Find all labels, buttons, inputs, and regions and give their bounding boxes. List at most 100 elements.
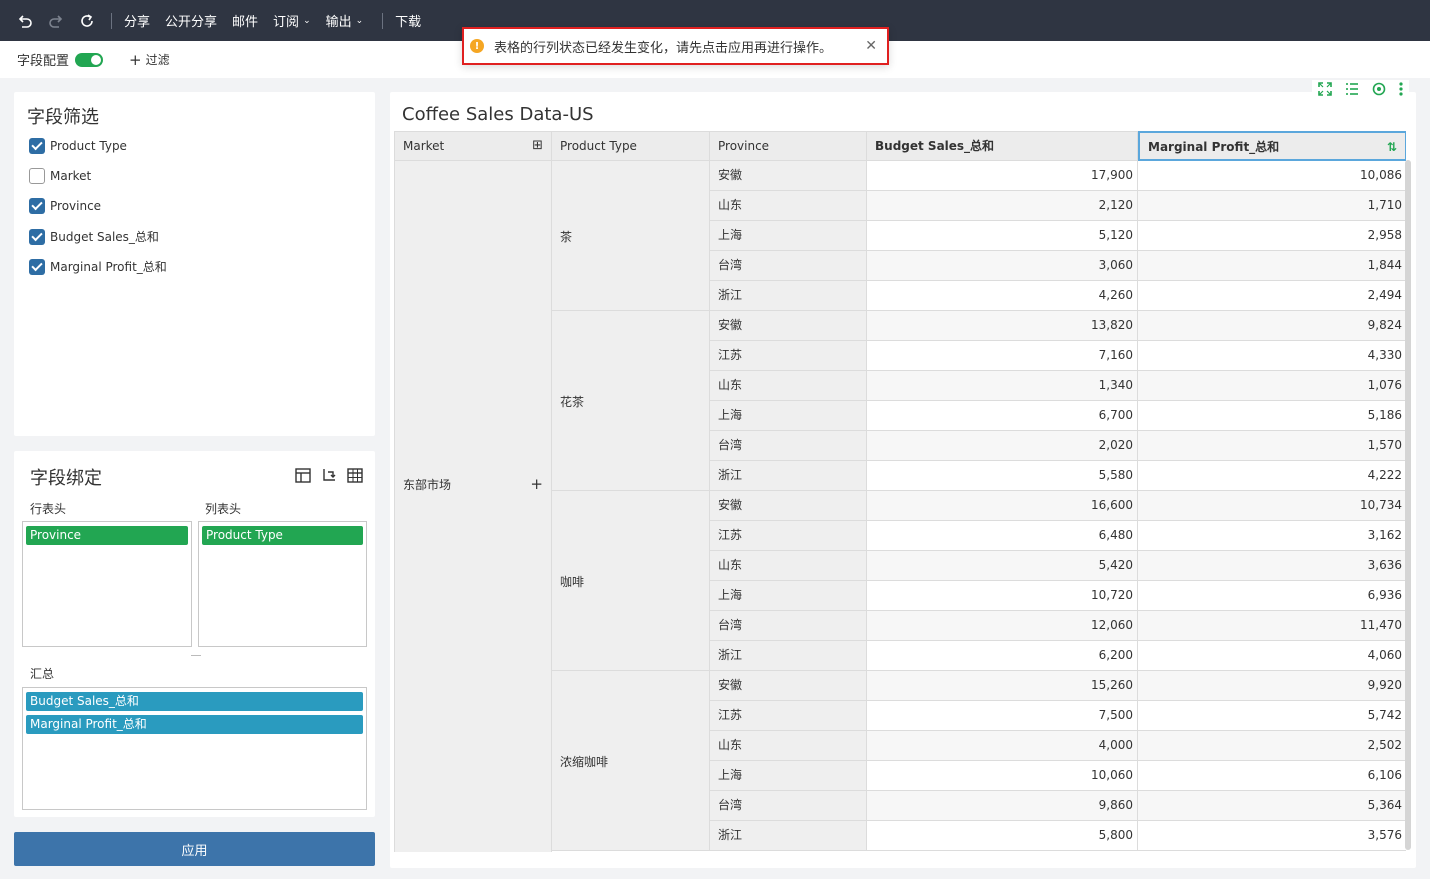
checkbox-checked[interactable]: [29, 258, 45, 275]
province-cell[interactable]: 上海: [710, 761, 867, 791]
budget-sales-cell[interactable]: 16,600: [867, 491, 1138, 521]
filter-item-market[interactable]: Market: [29, 168, 91, 184]
marginal-profit-cell[interactable]: 10,086: [1138, 161, 1406, 191]
province-cell[interactable]: 台湾: [710, 251, 867, 281]
summary-field-pill[interactable]: Marginal Profit_总和: [26, 715, 363, 734]
budget-sales-cell[interactable]: 2,120: [867, 191, 1138, 221]
expand-icon[interactable]: ⊞: [532, 132, 543, 160]
product-type-cell[interactable]: 浓缩咖啡: [552, 671, 710, 851]
more-icon[interactable]: [1399, 81, 1403, 99]
apply-button[interactable]: 应用: [14, 832, 375, 866]
add-filter-button[interactable]: + 过滤: [129, 51, 170, 68]
province-cell[interactable]: 江苏: [710, 701, 867, 731]
province-cell[interactable]: 山东: [710, 551, 867, 581]
marginal-profit-cell[interactable]: 9,920: [1138, 671, 1406, 701]
budget-sales-cell[interactable]: 3,060: [867, 251, 1138, 281]
budget-sales-cell[interactable]: 5,420: [867, 551, 1138, 581]
province-cell[interactable]: 山东: [710, 371, 867, 401]
marginal-profit-cell[interactable]: 1,710: [1138, 191, 1406, 221]
province-cell[interactable]: 安徽: [710, 311, 867, 341]
budget-sales-cell[interactable]: 7,160: [867, 341, 1138, 371]
download-button[interactable]: 下载: [395, 11, 421, 30]
share-button[interactable]: 分享: [124, 11, 150, 30]
export-menu[interactable]: 输出 ⌄: [326, 11, 364, 30]
marginal-profit-cell[interactable]: 3,162: [1138, 521, 1406, 551]
pivot-table[interactable]: Market ⊞ Product Type Province Budget Sa…: [394, 131, 1406, 852]
marginal-profit-cell[interactable]: 3,576: [1138, 821, 1406, 851]
budget-sales-cell[interactable]: 6,200: [867, 641, 1138, 671]
filter-item-province[interactable]: Province: [29, 198, 101, 214]
budget-sales-cell[interactable]: 12,060: [867, 611, 1138, 641]
subscribe-menu[interactable]: 订阅 ⌄: [273, 11, 311, 30]
province-cell[interactable]: 台湾: [710, 791, 867, 821]
list-icon[interactable]: [1345, 82, 1359, 99]
summary-field-pill[interactable]: Budget Sales_总和: [26, 692, 363, 711]
province-cell[interactable]: 上海: [710, 581, 867, 611]
refresh-data-icon[interactable]: [1372, 82, 1386, 99]
scrollbar-thumb[interactable]: [1405, 160, 1411, 850]
marginal-profit-cell[interactable]: 4,330: [1138, 341, 1406, 371]
checkbox-checked[interactable]: [29, 198, 45, 214]
province-cell[interactable]: 江苏: [710, 521, 867, 551]
marginal-profit-cell[interactable]: 2,502: [1138, 731, 1406, 761]
mail-button[interactable]: 邮件: [232, 11, 258, 30]
marginal-profit-cell[interactable]: 3,636: [1138, 551, 1406, 581]
marginal-profit-cell[interactable]: 1,076: [1138, 371, 1406, 401]
marginal-profit-cell[interactable]: 6,936: [1138, 581, 1406, 611]
header-province[interactable]: Province: [710, 131, 867, 161]
filter-item-marginal-profit[interactable]: Marginal Profit_总和: [29, 258, 167, 275]
vertical-scrollbar[interactable]: [1404, 160, 1412, 860]
province-cell[interactable]: 台湾: [710, 611, 867, 641]
summary-dropzone[interactable]: Budget Sales_总和 Marginal Profit_总和: [22, 687, 367, 810]
header-budget-sales[interactable]: Budget Sales_总和: [867, 131, 1138, 161]
product-type-cell[interactable]: 花茶: [552, 311, 710, 491]
budget-sales-cell[interactable]: 5,800: [867, 821, 1138, 851]
province-cell[interactable]: 浙江: [710, 821, 867, 851]
product-type-cell[interactable]: 咖啡: [552, 491, 710, 671]
col-header-dropzone[interactable]: Product Type: [198, 521, 367, 647]
budget-sales-cell[interactable]: 7,500: [867, 701, 1138, 731]
layout-icon[interactable]: [295, 468, 311, 486]
sort-icon[interactable]: ⇅: [1387, 133, 1397, 161]
row-header-dropzone[interactable]: Province: [22, 521, 192, 647]
market-cell[interactable]: 东部市场 +: [395, 161, 552, 852]
marginal-profit-cell[interactable]: 1,844: [1138, 251, 1406, 281]
resize-handle[interactable]: [191, 655, 201, 656]
marginal-profit-cell[interactable]: 4,060: [1138, 641, 1406, 671]
budget-sales-cell[interactable]: 10,060: [867, 761, 1138, 791]
budget-sales-cell[interactable]: 4,000: [867, 731, 1138, 761]
budget-sales-cell[interactable]: 2,020: [867, 431, 1138, 461]
close-icon[interactable]: ✕: [865, 38, 877, 54]
marginal-profit-cell[interactable]: 1,570: [1138, 431, 1406, 461]
province-cell[interactable]: 安徽: [710, 491, 867, 521]
marginal-profit-cell[interactable]: 5,186: [1138, 401, 1406, 431]
checkbox-unchecked[interactable]: [29, 168, 45, 184]
province-cell[interactable]: 浙江: [710, 281, 867, 311]
public-share-button[interactable]: 公开分享: [165, 11, 217, 30]
expand-icon[interactable]: +: [530, 475, 543, 493]
marginal-profit-cell[interactable]: 2,958: [1138, 221, 1406, 251]
fullscreen-icon[interactable]: [1318, 81, 1333, 99]
budget-sales-cell[interactable]: 15,260: [867, 671, 1138, 701]
swap-axes-icon[interactable]: [321, 468, 337, 486]
province-cell[interactable]: 江苏: [710, 341, 867, 371]
province-cell[interactable]: 安徽: [710, 161, 867, 191]
province-cell[interactable]: 浙江: [710, 461, 867, 491]
budget-sales-cell[interactable]: 5,580: [867, 461, 1138, 491]
budget-sales-cell[interactable]: 6,480: [867, 521, 1138, 551]
header-marginal-profit[interactable]: Marginal Profit_总和 ⇅: [1138, 131, 1406, 161]
province-cell[interactable]: 山东: [710, 731, 867, 761]
province-cell[interactable]: 台湾: [710, 431, 867, 461]
budget-sales-cell[interactable]: 5,120: [867, 221, 1138, 251]
marginal-profit-cell[interactable]: 11,470: [1138, 611, 1406, 641]
budget-sales-cell[interactable]: 9,860: [867, 791, 1138, 821]
province-cell[interactable]: 山东: [710, 191, 867, 221]
budget-sales-cell[interactable]: 13,820: [867, 311, 1138, 341]
filter-item-product-type[interactable]: Product Type: [29, 138, 127, 154]
refresh-icon[interactable]: [76, 10, 98, 32]
province-cell[interactable]: 安徽: [710, 671, 867, 701]
province-cell[interactable]: 上海: [710, 221, 867, 251]
marginal-profit-cell[interactable]: 5,742: [1138, 701, 1406, 731]
marginal-profit-cell[interactable]: 2,494: [1138, 281, 1406, 311]
table-icon[interactable]: [347, 468, 363, 486]
